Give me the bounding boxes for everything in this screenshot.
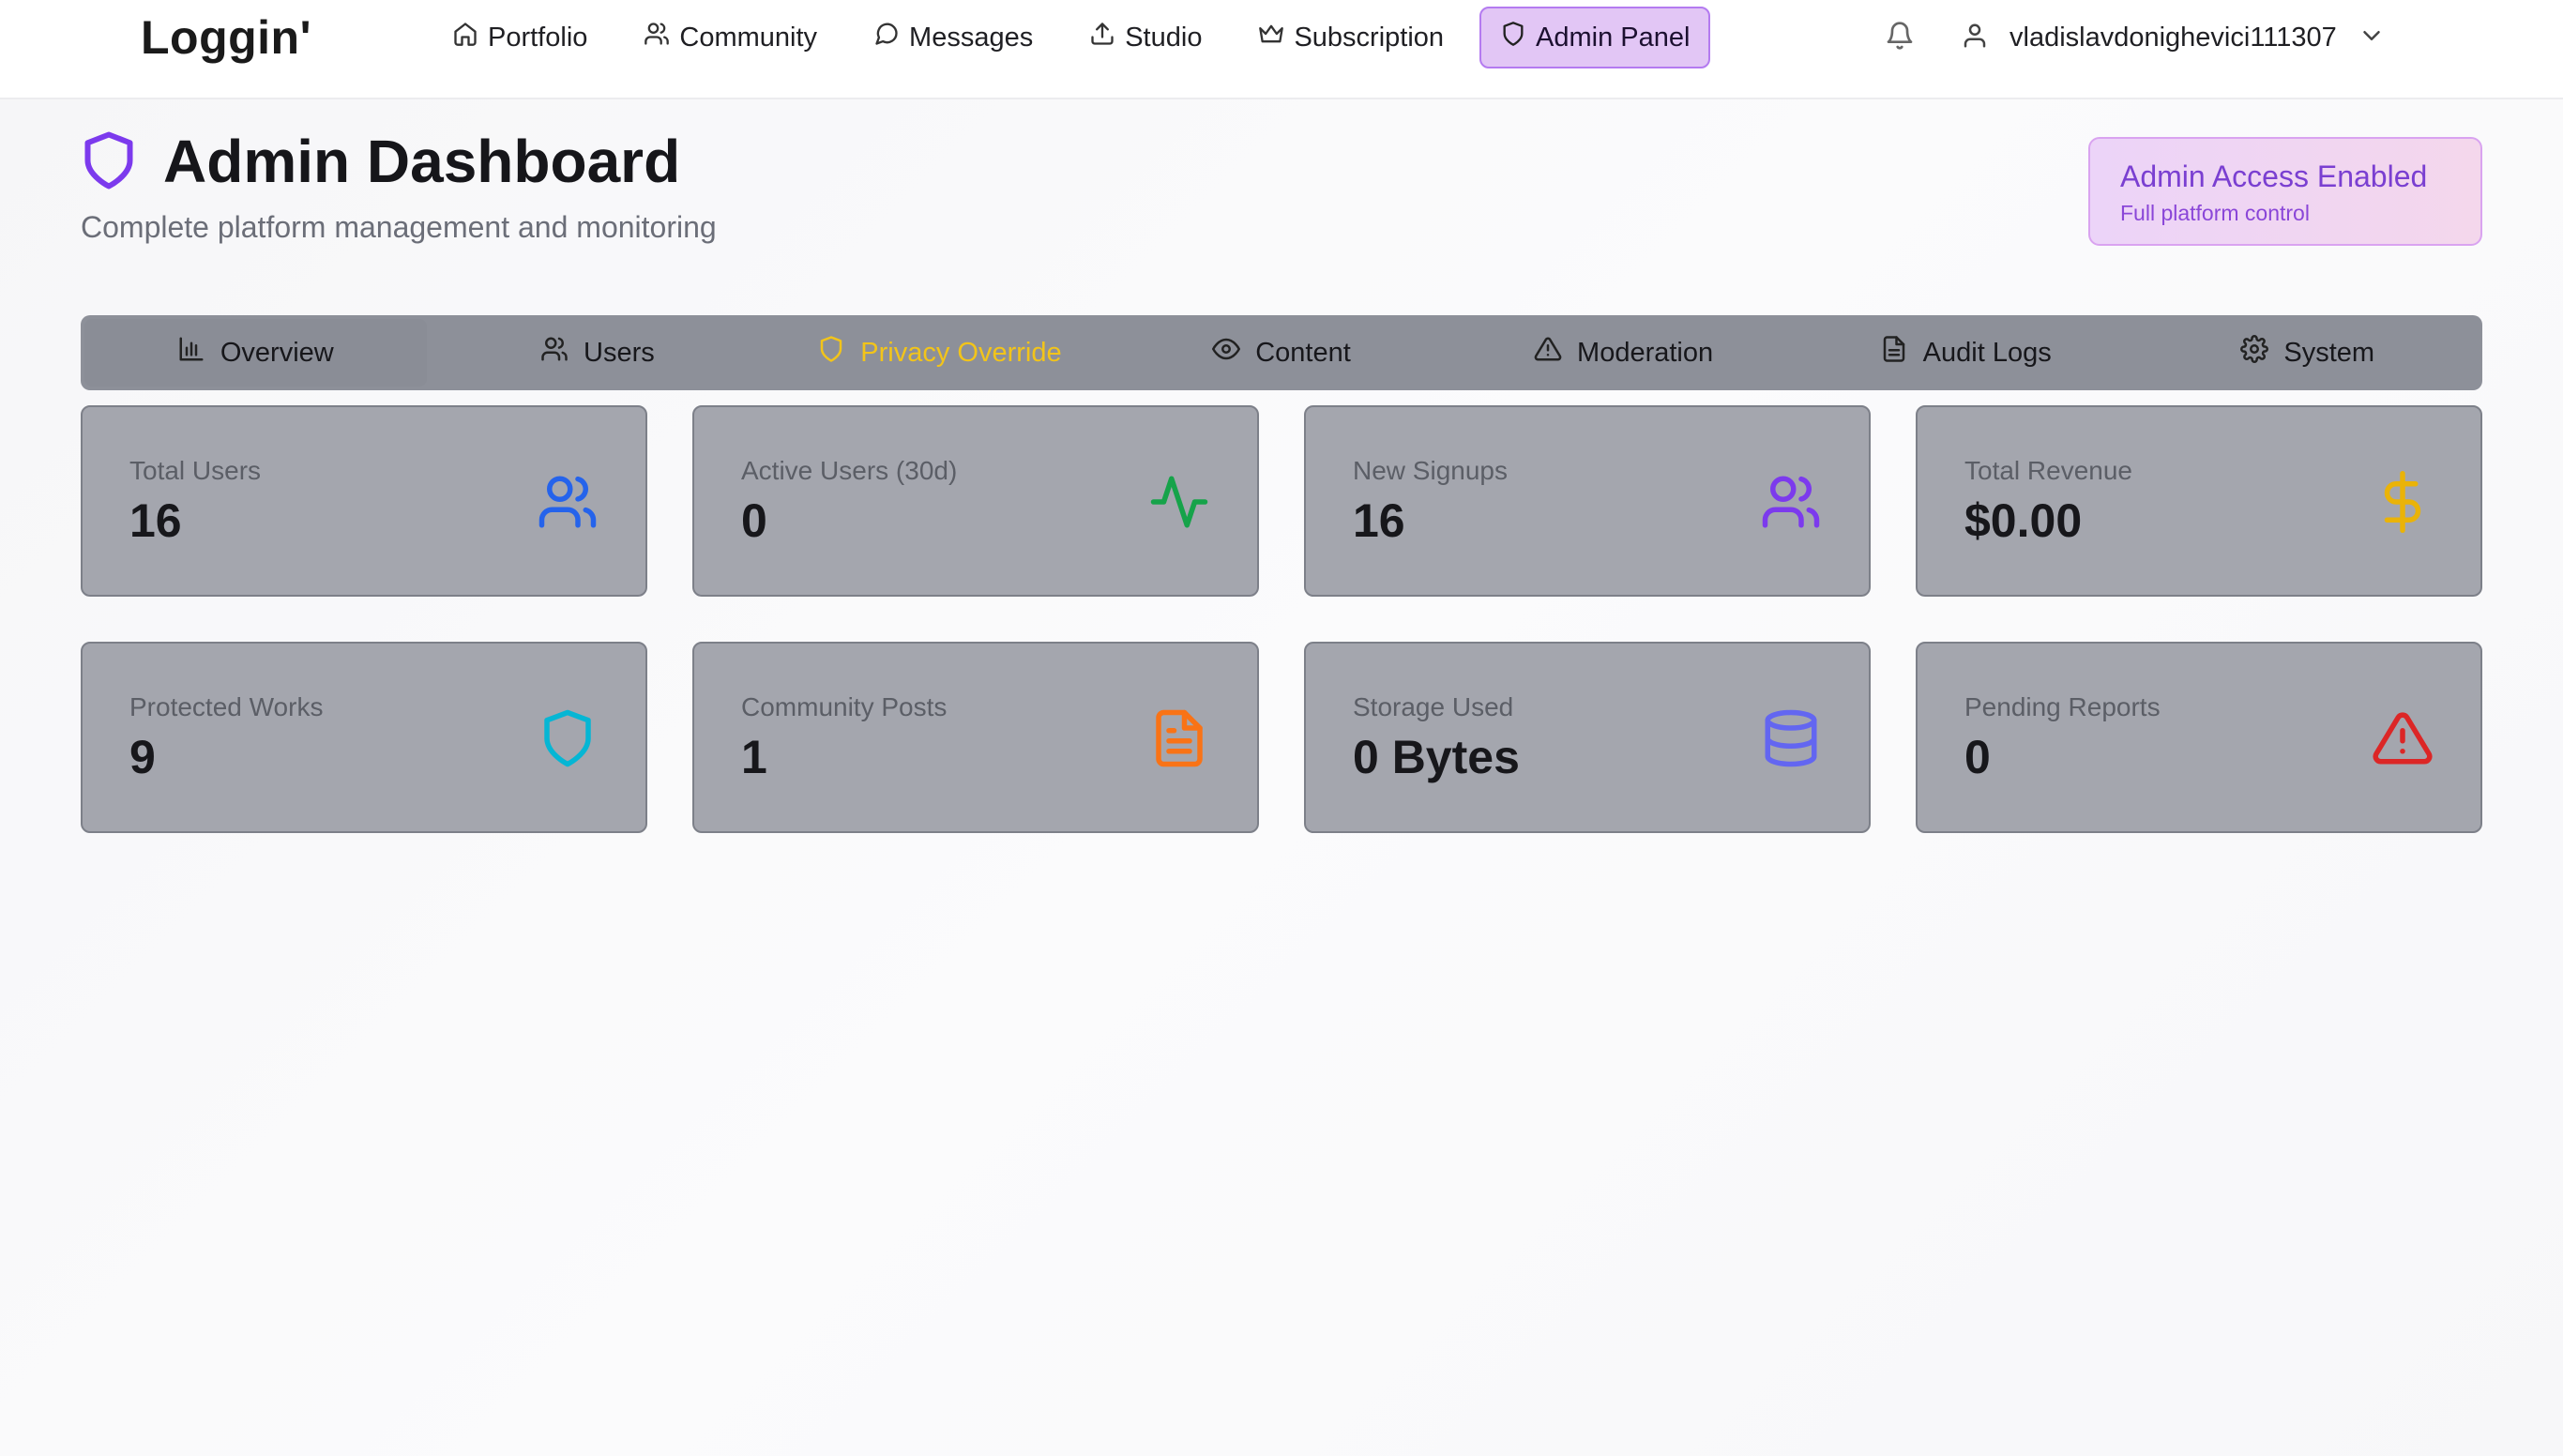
tab-label: Users [584, 337, 655, 368]
file-text-icon [1148, 707, 1210, 769]
stat-card-total-revenue: Total Revenue $0.00 [1916, 405, 2482, 597]
user-icon [1961, 22, 1989, 54]
main-nav: Portfolio Community Messages Studio Subs… [432, 6, 1725, 69]
message-circle-icon [873, 21, 900, 54]
stat-value: 1 [741, 731, 767, 783]
page-title: Admin Dashboard [163, 128, 681, 195]
eye-icon [1212, 335, 1241, 371]
activity-icon [1148, 471, 1210, 533]
stat-label: Protected Works [129, 692, 324, 721]
tab-moderation[interactable]: Moderation [1452, 319, 1795, 387]
settings-icon [2240, 335, 2269, 371]
user-menu[interactable]: vladislavdonighevici111307 [1961, 8, 2386, 68]
stat-value: 9 [129, 731, 156, 783]
tab-label: Moderation [1577, 337, 1714, 368]
nav-item-messages[interactable]: Messages [853, 7, 1054, 68]
nav-item-label: Portfolio [488, 22, 588, 53]
page-subtitle: Complete platform management and monitor… [81, 210, 717, 244]
page-header: Admin Dashboard Complete platform manage… [81, 124, 1019, 244]
shield-icon [81, 129, 137, 191]
stat-card-storage-used: Storage Used 0 Bytes [1304, 642, 1871, 833]
bell-icon [1885, 21, 1915, 55]
tab-label: Privacy Override [860, 337, 1062, 368]
nav-item-label: Community [679, 22, 818, 53]
tab-system[interactable]: System [2136, 319, 2479, 387]
stat-card-active-users: Active Users (30d) 0 [692, 405, 1259, 597]
nav-item-studio[interactable]: Studio [1069, 7, 1222, 68]
stat-value: $0.00 [1964, 494, 2083, 547]
dollar-icon [2372, 471, 2434, 533]
stat-label: Active Users (30d) [741, 456, 958, 485]
stat-card-pending-reports: Pending Reports 0 [1916, 642, 2482, 833]
tab-users[interactable]: Users [427, 319, 769, 387]
nav-item-label: Messages [909, 22, 1034, 53]
tab-label: Audit Logs [1922, 337, 2052, 368]
tab-label: System [2283, 337, 2375, 368]
tab-privacy-override[interactable]: Privacy Override [768, 319, 1111, 387]
stat-value: 0 [741, 494, 767, 547]
badge-title: Admin Access Enabled [2120, 159, 2428, 193]
stat-label: Storage Used [1353, 692, 1514, 721]
stat-label: Community Posts [741, 692, 948, 721]
stat-value: 0 Bytes [1353, 731, 1520, 783]
users-icon [644, 21, 670, 54]
nav-item-subscription[interactable]: Subscription [1237, 7, 1464, 68]
stats-grid: Total Users 16 Active Users (30d) 0 New … [81, 405, 2482, 833]
dashboard-tabs: Overview Users Privacy Override Content … [81, 315, 2482, 390]
stat-value: 0 [1964, 731, 1991, 783]
stat-card-protected-works: Protected Works 9 [81, 642, 647, 833]
stat-label: New Signups [1353, 456, 1508, 485]
alert-triangle-icon [2372, 707, 2434, 769]
tab-audit-logs[interactable]: Audit Logs [1795, 319, 2137, 387]
nav-item-label: Admin Panel [1536, 22, 1691, 53]
users-icon [1760, 471, 1822, 533]
shield-icon [537, 707, 599, 769]
stat-label: Pending Reports [1964, 692, 2161, 721]
username-label: vladislavdonighevici111307 [2009, 22, 2337, 53]
nav-item-label: Subscription [1294, 22, 1445, 53]
stat-card-community-posts: Community Posts 1 [692, 642, 1259, 833]
brand-logo[interactable]: Loggin' [141, 9, 311, 66]
home-icon [452, 21, 478, 54]
chevron-down-icon [2358, 22, 2386, 54]
tab-label: Content [1255, 337, 1351, 368]
nav-item-label: Studio [1125, 22, 1203, 53]
top-navbar: Loggin' Portfolio Community Messages Stu… [0, 0, 2563, 99]
nav-item-admin-panel[interactable]: Admin Panel [1479, 7, 1711, 68]
database-icon [1760, 707, 1822, 769]
upload-icon [1089, 21, 1115, 54]
bar-chart-icon [177, 335, 205, 371]
stat-label: Total Revenue [1964, 456, 2133, 485]
users-icon [540, 335, 569, 371]
notifications-button[interactable] [1881, 17, 1918, 58]
badge-subtitle: Full platform control [2120, 201, 2310, 225]
stat-card-new-signups: New Signups 16 [1304, 405, 1871, 597]
shield-icon [1500, 21, 1526, 54]
admin-access-badge: Admin Access Enabled Full platform contr… [2088, 137, 2482, 246]
shield-icon [817, 335, 845, 371]
nav-item-community[interactable]: Community [623, 7, 838, 68]
nav-item-portfolio[interactable]: Portfolio [432, 7, 608, 68]
crown-icon [1258, 21, 1284, 54]
stat-card-total-users: Total Users 16 [81, 405, 647, 597]
stat-value: 16 [1353, 494, 1405, 547]
alert-triangle-icon [1534, 335, 1562, 371]
stat-value: 16 [129, 494, 182, 547]
tab-overview[interactable]: Overview [84, 319, 427, 387]
tab-content[interactable]: Content [1111, 319, 1453, 387]
stat-label: Total Users [129, 456, 262, 485]
tab-label: Overview [220, 337, 334, 368]
users-icon [537, 471, 599, 533]
file-text-icon [1880, 335, 1908, 371]
